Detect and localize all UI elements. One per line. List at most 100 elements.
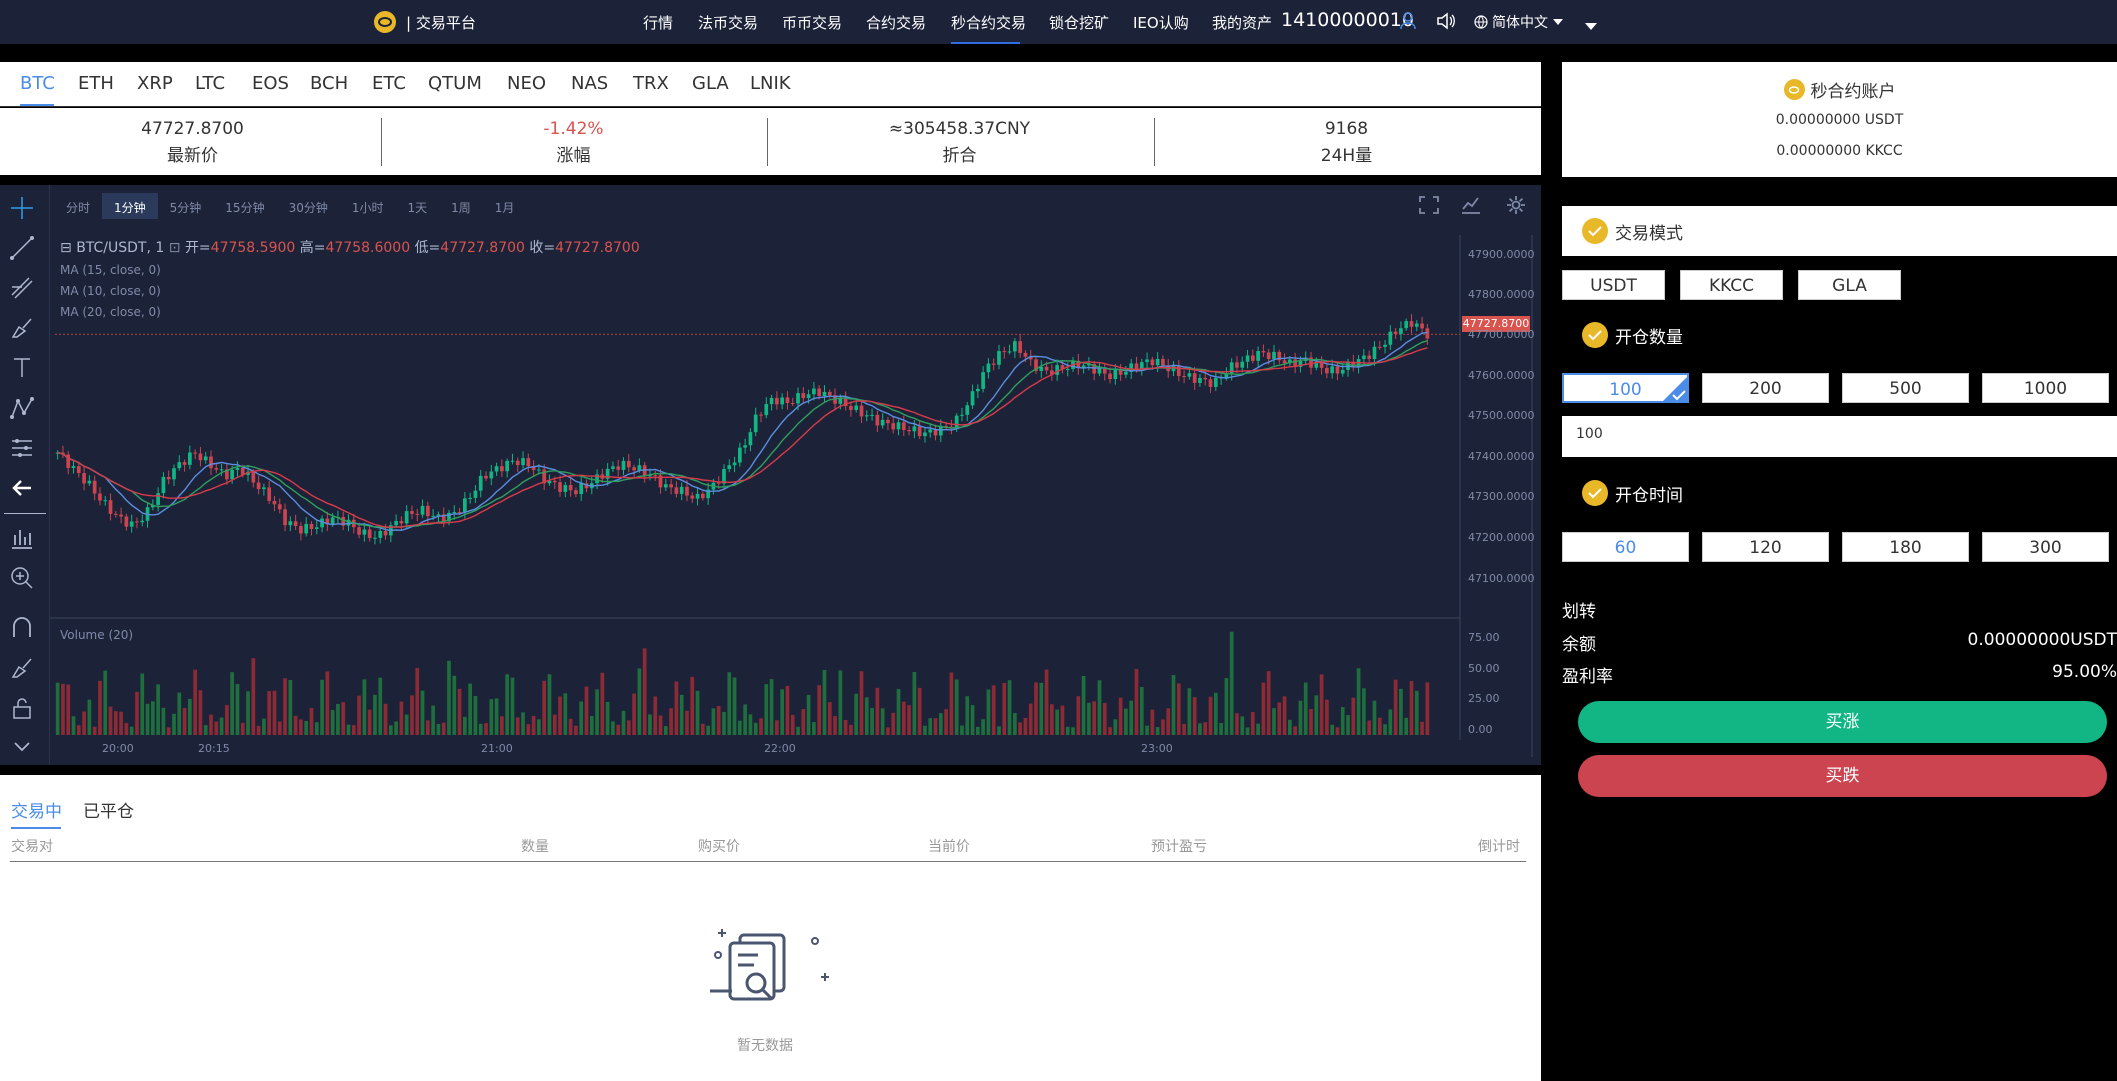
volume-bar xyxy=(769,679,774,735)
candle-body xyxy=(663,484,668,488)
candle-body xyxy=(494,466,499,472)
volume-bar xyxy=(1208,696,1213,735)
balance-value: 0.00000000USDT xyxy=(1967,630,2117,650)
candle-body xyxy=(156,493,160,505)
nav-item-ieo[interactable]: IEO认购 xyxy=(1133,12,1189,33)
qty-500-button[interactable]: 500 xyxy=(1842,373,1969,403)
volume-bar xyxy=(1134,668,1139,735)
transfer-link[interactable]: 划转 xyxy=(1562,597,2117,622)
volume-tick: 0.00 xyxy=(1468,723,1493,736)
volume-bar xyxy=(658,715,663,735)
candlestick-plot[interactable] xyxy=(0,185,1541,765)
tab-closed-orders[interactable]: 已平仓 xyxy=(83,797,134,822)
volume-bar xyxy=(388,725,393,735)
qty-input[interactable]: 100 xyxy=(1562,416,2117,457)
candle-body xyxy=(558,482,562,492)
volume-bar xyxy=(827,702,832,735)
volume-bar xyxy=(552,714,557,735)
logo-icon[interactable] xyxy=(374,11,396,33)
coin-tab-bch[interactable]: BCH xyxy=(310,73,348,94)
volume-bar xyxy=(690,676,695,735)
nav-item-assets[interactable]: 我的资产 xyxy=(1212,12,1272,33)
tab-open-orders[interactable]: 交易中 xyxy=(11,797,62,822)
nav-item-second-contract[interactable]: 秒合约交易 xyxy=(951,12,1026,33)
nav-item-market[interactable]: 行情 xyxy=(643,12,673,33)
coin-tab-eos[interactable]: EOS xyxy=(252,73,289,94)
volume-bar xyxy=(410,695,414,735)
candle-body xyxy=(552,480,557,483)
coin-tab-ltc[interactable]: LTC xyxy=(195,73,225,94)
candle-body xyxy=(478,475,483,491)
candle-body xyxy=(1282,360,1287,364)
user-icon[interactable] xyxy=(1400,11,1416,35)
nav-item-spot[interactable]: 币币交易 xyxy=(782,12,842,33)
volume-bar xyxy=(1071,727,1075,735)
candle-body xyxy=(262,487,266,490)
nav-item-mining[interactable]: 锁仓挖矿 xyxy=(1049,12,1109,33)
time-120-button[interactable]: 120 xyxy=(1702,532,1829,562)
coin-tab-lnik[interactable]: LNIK xyxy=(750,73,791,94)
qty-100-button[interactable]: 100 xyxy=(1562,373,1689,403)
candle-body xyxy=(1124,372,1128,375)
nav-item-fiat[interactable]: 法币交易 xyxy=(698,12,758,33)
coin-tab-qtum[interactable]: QTUM xyxy=(428,73,482,94)
volume-bar xyxy=(563,693,568,735)
cny-value: ≈305458.37CNY xyxy=(888,119,1031,139)
volume-bar xyxy=(357,695,361,735)
candle-body xyxy=(727,465,732,470)
account-id[interactable]: 14100000010 xyxy=(1281,9,1414,31)
coin-tab-gla[interactable]: GLA xyxy=(692,73,729,94)
nav-item-contract[interactable]: 合约交易 xyxy=(866,12,926,33)
time-180-button[interactable]: 180 xyxy=(1842,532,1969,562)
candle-body xyxy=(394,520,398,526)
candle-body xyxy=(76,466,81,474)
coin-tab-btc[interactable]: BTC xyxy=(20,73,55,94)
candle-body xyxy=(1018,341,1022,353)
qty-200-button[interactable]: 200 xyxy=(1702,373,1829,403)
volume-bar xyxy=(843,719,848,735)
volume-bar xyxy=(912,671,917,735)
chevron-down-icon xyxy=(1553,19,1563,25)
buy-up-button[interactable]: 买涨 xyxy=(1578,701,2107,743)
mode-usdt-button[interactable]: USDT xyxy=(1562,270,1665,300)
buy-down-button[interactable]: 买跌 xyxy=(1578,755,2107,797)
speaker-icon[interactable] xyxy=(1436,11,1456,35)
language-select[interactable]: 简体中文 xyxy=(1474,12,1564,32)
volume-bar xyxy=(1028,703,1033,735)
coin-tab-eth[interactable]: ETH xyxy=(78,73,114,94)
brand-title[interactable]: | 交易平台 xyxy=(406,12,476,33)
volume-bar xyxy=(1171,675,1176,735)
coin-tab-nas[interactable]: NAS xyxy=(571,73,608,94)
candle-body xyxy=(997,351,1001,365)
volume-bar xyxy=(188,698,192,735)
candle-body xyxy=(1145,359,1149,363)
menu-dropdown-icon[interactable] xyxy=(1584,17,1598,35)
volume-bar xyxy=(404,714,409,735)
volume-bar xyxy=(653,696,658,735)
volume-bar xyxy=(129,726,134,735)
volume-bar xyxy=(500,716,504,735)
volume-bar xyxy=(1388,709,1393,735)
coin-tab-trx[interactable]: TRX xyxy=(633,73,669,94)
candle-body xyxy=(304,523,309,534)
volume-bar xyxy=(1377,717,1382,735)
check-icon xyxy=(1582,322,1608,348)
candle-body xyxy=(521,458,525,466)
candle-body xyxy=(1013,341,1017,352)
candle-body xyxy=(928,429,933,433)
volume-bar xyxy=(753,722,758,735)
mode-gla-button[interactable]: GLA xyxy=(1798,270,1901,300)
time-300-button[interactable]: 300 xyxy=(1982,532,2109,562)
volume-bar xyxy=(526,724,531,735)
volume-bar xyxy=(695,690,700,735)
volume-bar xyxy=(970,705,975,735)
qty-1000-button[interactable]: 1000 xyxy=(1982,373,2109,403)
volume-bar xyxy=(954,679,959,735)
volume-bar xyxy=(965,696,970,735)
coin-tab-xrp[interactable]: XRP xyxy=(137,73,173,94)
coin-tab-etc[interactable]: ETC xyxy=(372,73,406,94)
time-60-button[interactable]: 60 xyxy=(1562,532,1689,562)
mode-kkcc-button[interactable]: KKCC xyxy=(1680,270,1783,300)
coin-tab-neo[interactable]: NEO xyxy=(507,73,546,94)
volume-bar xyxy=(1335,727,1340,735)
